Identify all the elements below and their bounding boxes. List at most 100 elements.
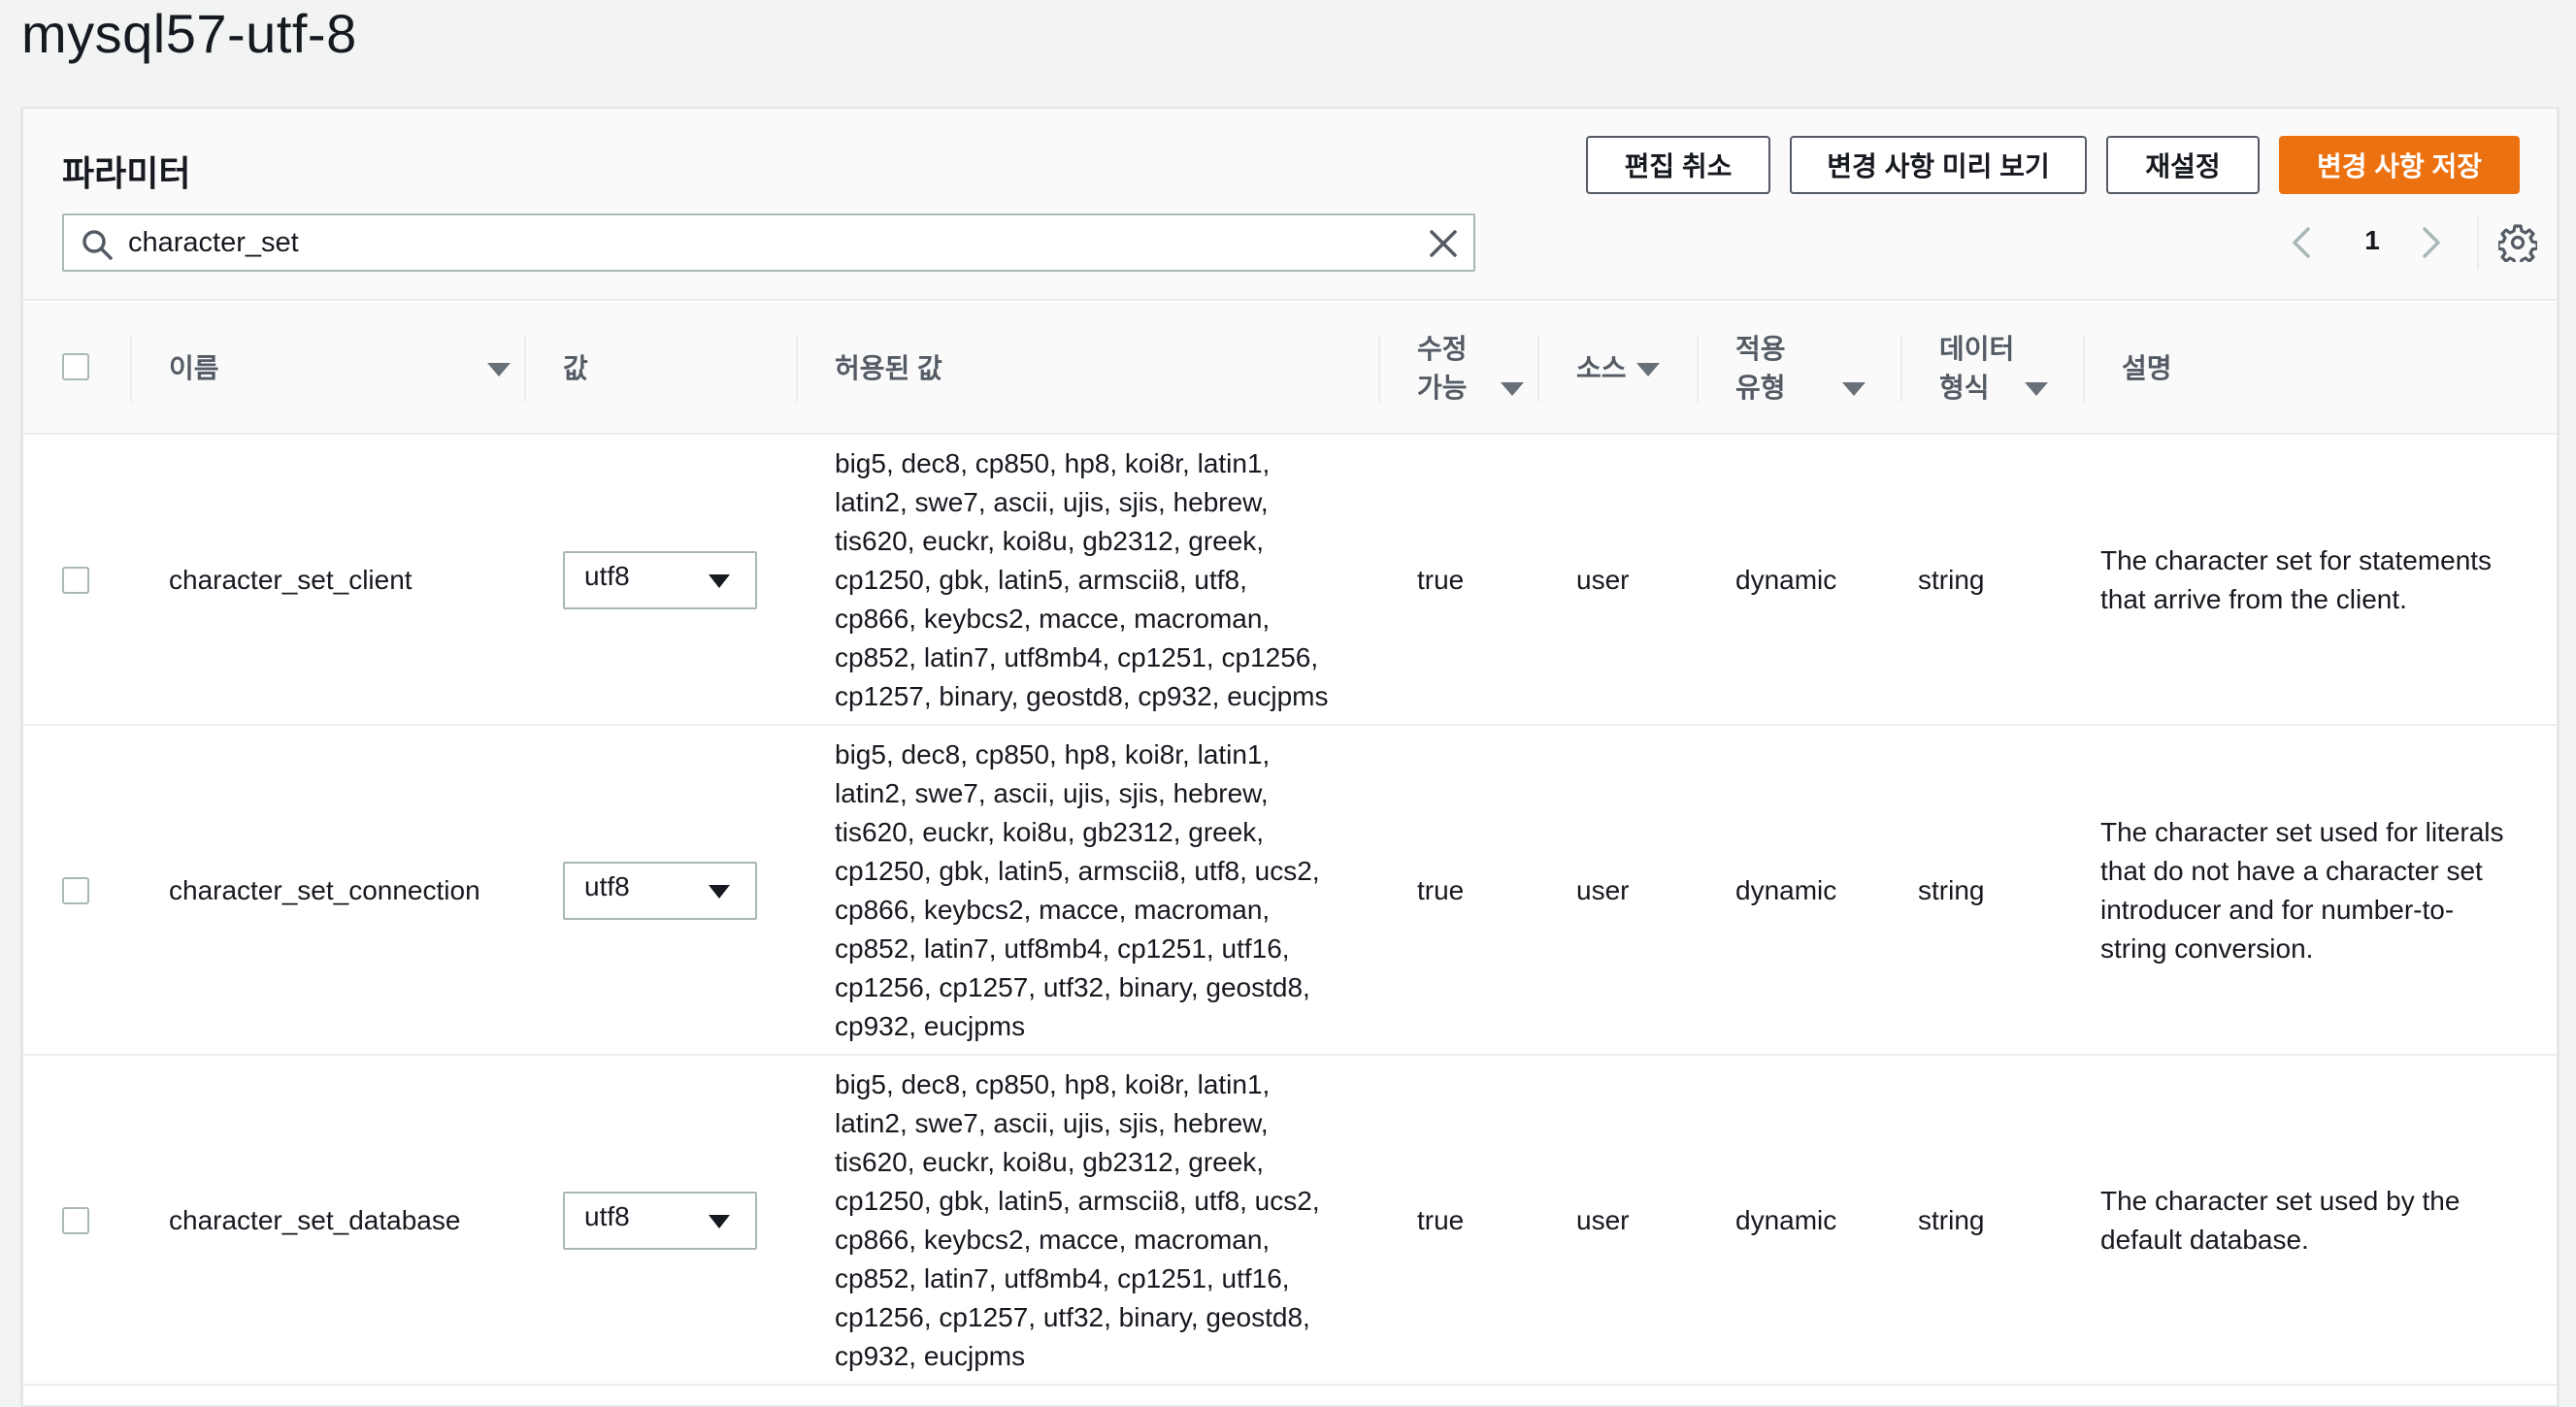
table-row: character_set_connection utf8 big5, dec8… [23, 726, 2557, 1056]
allowed-values-line: cp852, latin7, utf8mb4, cp1251, utf16, [835, 1263, 1290, 1293]
column-header-apply-type[interactable]: 적용 유형 [1735, 303, 1891, 435]
allowed-values-line: cp866, keybcs2, macce, macroman, [835, 895, 1271, 925]
allowed-values-line: cp866, keybcs2, macce, macroman, [835, 1225, 1271, 1255]
save-changes-button[interactable]: 변경 사항 저장 [2279, 136, 2520, 194]
column-label-modifiable-line2: 가능 [1417, 373, 1468, 403]
column-divider [1900, 336, 1902, 402]
modifiable-value: true [1417, 565, 1465, 595]
allowed-values-line: big5, dec8, cp850, hp8, koi8r, latin1, [835, 448, 1271, 478]
caret-down-icon [709, 574, 730, 588]
row-checkbox[interactable] [62, 1207, 89, 1234]
allowed-values-line: cp1250, gbk, latin5, armscii8, utf8, ucs… [835, 856, 1320, 886]
description: The character set for statements that ar… [2100, 541, 2537, 619]
table-row: character_set_database utf8 big5, dec8, … [23, 1056, 2557, 1386]
column-divider [1537, 336, 1539, 402]
table-header: 이름 값 허용된 값 수정 가능 소스 적용 유형 데이터 형식 설명 [23, 303, 2557, 435]
column-label-apply-type-line1: 적용 [1735, 334, 1786, 364]
value-select[interactable]: utf8 [563, 551, 757, 609]
clear-icon[interactable] [1427, 227, 1460, 260]
description-line: The character set for statements [2100, 545, 2493, 575]
current-page-number[interactable]: 1 [2353, 221, 2392, 260]
column-header-allowed-values[interactable]: 허용된 값 [835, 303, 1378, 435]
sort-caret-icon[interactable] [2025, 382, 2048, 396]
value-select[interactable]: utf8 [563, 862, 757, 920]
search-box [62, 213, 1475, 272]
description-line: The character set used for literals [2100, 817, 2504, 847]
allowed-values-line: cp1256, cp1257, utf32, binary, geostd8, [835, 1302, 1310, 1332]
allowed-values-line: tis620, euckr, koi8u, gb2312, greek, [835, 817, 1265, 847]
chevron-right-icon[interactable] [2413, 223, 2448, 262]
parameters-panel: 파라미터 편집 취소 변경 사항 미리 보기 재설정 변경 사항 저장 1 [21, 107, 2559, 1407]
column-label-data-type-line1: 데이터 [1939, 334, 2015, 364]
allowed-values: big5, dec8, cp850, hp8, koi8r, latin1, l… [835, 1065, 1359, 1376]
column-label-name: 이름 [169, 353, 219, 383]
source-value: user [1576, 875, 1630, 905]
column-header-description[interactable]: 설명 [2122, 303, 2413, 435]
value-select-text: utf8 [584, 1201, 630, 1231]
data-type-value: string [1918, 565, 1985, 595]
caret-down-icon [709, 885, 730, 899]
pager-divider [2477, 215, 2479, 270]
value-select-text: utf8 [584, 561, 630, 591]
sort-caret-icon[interactable] [1842, 382, 1866, 396]
table-row: character_set_client utf8 big5, dec8, cp… [23, 435, 2557, 726]
chevron-left-icon[interactable] [2285, 223, 2320, 262]
column-divider [524, 336, 526, 402]
sort-caret-icon[interactable] [1501, 382, 1524, 396]
column-divider [1697, 336, 1699, 402]
data-type-value: string [1918, 1205, 1985, 1235]
column-label-modifiable-line1: 수정 [1417, 334, 1468, 364]
column-header-name[interactable]: 이름 [169, 303, 518, 435]
description-line: The character set used by the [2100, 1186, 2460, 1216]
gear-icon[interactable] [2498, 223, 2537, 262]
page-title: mysql57-utf-8 [21, 3, 357, 64]
search-icon [83, 230, 113, 260]
row-checkbox[interactable] [62, 877, 89, 904]
sort-caret-icon[interactable] [1636, 363, 1660, 376]
panel-title: 파라미터 [62, 153, 191, 193]
allowed-values-line: latin2, swe7, ascii, ujis, sjis, hebrew, [835, 778, 1269, 808]
description-line: introducer and for number-to- [2100, 895, 2455, 925]
preview-changes-button[interactable]: 변경 사항 미리 보기 [1790, 136, 2087, 194]
column-label-apply-type-line2: 유형 [1735, 373, 1786, 403]
cancel-edit-button[interactable]: 편집 취소 [1586, 136, 1770, 194]
data-type-value: string [1918, 875, 1985, 905]
reset-button[interactable]: 재설정 [2106, 136, 2260, 194]
search-input[interactable] [128, 223, 1390, 262]
allowed-values: big5, dec8, cp850, hp8, koi8r, latin1, l… [835, 444, 1359, 716]
column-label-source: 소스 [1576, 353, 1627, 383]
allowed-values-line: cp1250, gbk, latin5, armscii8, utf8, [835, 565, 1247, 595]
sort-caret-icon[interactable] [487, 363, 511, 376]
description: The character set used by the default da… [2100, 1182, 2537, 1260]
caret-down-icon [709, 1215, 730, 1228]
column-label-description: 설명 [2122, 353, 2172, 383]
column-divider [796, 336, 798, 402]
modifiable-value: true [1417, 1205, 1465, 1235]
value-select-text: utf8 [584, 871, 630, 901]
allowed-values-line: latin2, swe7, ascii, ujis, sjis, hebrew, [835, 1108, 1269, 1138]
column-divider [1378, 336, 1380, 402]
column-header-data-type[interactable]: 데이터 형식 [1939, 303, 2085, 435]
allowed-values-line: big5, dec8, cp850, hp8, koi8r, latin1, [835, 1069, 1271, 1099]
parameter-name: character_set_database [169, 1205, 461, 1235]
panel-header: 파라미터 편집 취소 변경 사항 미리 보기 재설정 변경 사항 저장 1 [23, 109, 2557, 301]
description-line: default database. [2100, 1225, 2309, 1255]
description-line: that arrive from the client. [2100, 584, 2407, 614]
description-line: string conversion. [2100, 933, 2314, 964]
column-divider [2083, 336, 2085, 402]
description-line: that do not have a character set [2100, 856, 2483, 886]
column-header-modifiable[interactable]: 수정 가능 [1417, 303, 1553, 435]
allowed-values-line: cp1250, gbk, latin5, armscii8, utf8, ucs… [835, 1186, 1320, 1216]
allowed-values-line: cp852, latin7, utf8mb4, cp1251, utf16, [835, 933, 1290, 964]
value-select[interactable]: utf8 [563, 1192, 757, 1250]
allowed-values-line: cp932, eucjpms [835, 1341, 1026, 1371]
column-label-data-type-line2: 형식 [1939, 373, 1990, 403]
column-header-source[interactable]: 소스 [1576, 303, 1693, 435]
column-header-value[interactable]: 값 [563, 303, 815, 435]
select-all-checkbox[interactable] [62, 353, 89, 380]
row-checkbox[interactable] [62, 567, 89, 594]
apply-type-value: dynamic [1735, 565, 1837, 595]
parameter-name: character_set_connection [169, 875, 480, 905]
description: The character set used for literals that… [2100, 813, 2537, 968]
source-value: user [1576, 1205, 1630, 1235]
